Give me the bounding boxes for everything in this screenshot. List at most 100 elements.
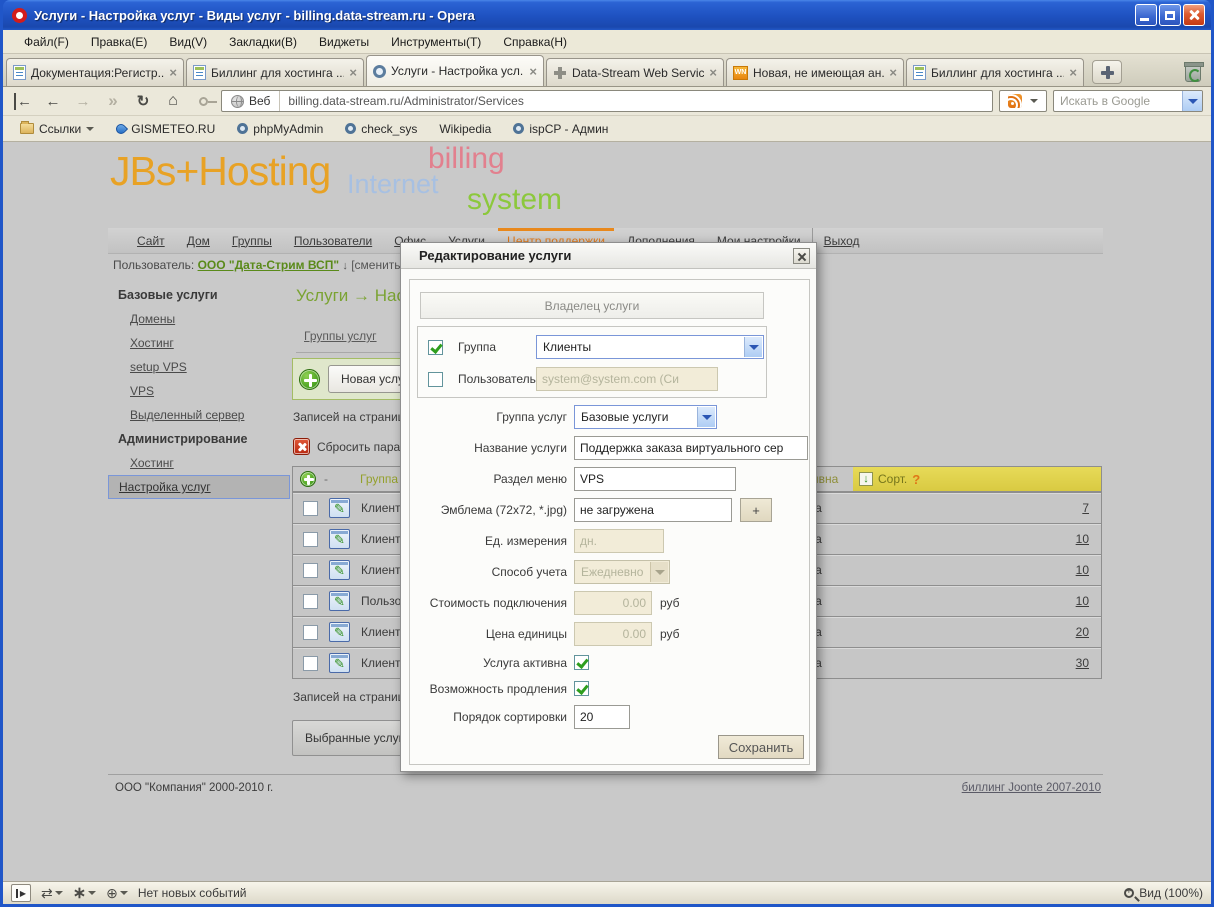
search-engine-dropdown[interactable] bbox=[1182, 91, 1202, 111]
sidebar-item-setup-vps[interactable]: setup VPS bbox=[108, 355, 290, 379]
sort-order-input[interactable] bbox=[574, 705, 630, 729]
edit-icon[interactable] bbox=[329, 498, 350, 518]
tab-datastream[interactable]: Data-Stream Web Servic... × bbox=[546, 58, 724, 86]
row-checkbox[interactable] bbox=[303, 625, 318, 640]
tab-close-icon[interactable]: × bbox=[349, 66, 357, 79]
bookmark-checksys[interactable]: check_sys bbox=[336, 120, 426, 138]
bookmark-links-folder[interactable]: Ссылки bbox=[11, 120, 103, 138]
nav-logout[interactable]: Выход bbox=[812, 228, 871, 254]
search-input[interactable] bbox=[1054, 94, 1182, 108]
emblem-add-button[interactable]: + bbox=[740, 498, 772, 522]
site-mode-chip[interactable]: Веб bbox=[222, 91, 280, 111]
service-group-select[interactable]: Базовые услуги bbox=[574, 405, 717, 429]
minimize-button[interactable] bbox=[1135, 4, 1157, 26]
menu-view[interactable]: Вид(V) bbox=[158, 32, 218, 52]
sidebar-item-vps[interactable]: VPS bbox=[108, 379, 290, 403]
bookmark-phpmyadmin[interactable]: phpMyAdmin bbox=[228, 120, 332, 138]
closed-tabs-trash-button[interactable] bbox=[1185, 64, 1201, 82]
column-header-sort[interactable]: Сорт. ? bbox=[853, 467, 1101, 491]
tab-billing-1[interactable]: Биллинг для хостинга ... × bbox=[186, 58, 364, 86]
sidebar-item-hosting-admin[interactable]: Хостинг bbox=[108, 451, 290, 475]
zoom-control[interactable]: Вид (100%) bbox=[1124, 886, 1203, 900]
collapse-icon[interactable]: - bbox=[324, 472, 328, 486]
save-button[interactable]: Сохранить bbox=[718, 735, 804, 759]
row-sort-link[interactable]: 10 bbox=[1076, 532, 1089, 546]
nav-site[interactable]: Сайт bbox=[126, 228, 176, 254]
menu-bookmarks[interactable]: Закладки(B) bbox=[218, 32, 308, 52]
row-checkbox[interactable] bbox=[303, 501, 318, 516]
menu-file[interactable]: Файл(F) bbox=[13, 32, 80, 52]
sidebar-item-service-settings[interactable]: Настройка услуг bbox=[108, 475, 290, 499]
row-checkbox[interactable] bbox=[303, 563, 318, 578]
owner-user-checkbox[interactable] bbox=[428, 372, 443, 387]
service-active-checkbox[interactable] bbox=[574, 655, 589, 670]
tab-close-icon[interactable]: × bbox=[529, 65, 537, 78]
tab-close-icon[interactable]: × bbox=[169, 66, 177, 79]
back-to-start-button[interactable] bbox=[11, 90, 35, 112]
close-button[interactable] bbox=[1183, 4, 1205, 26]
owner-group-checkbox[interactable] bbox=[428, 340, 443, 355]
row-sort-link[interactable]: 7 bbox=[1082, 501, 1089, 515]
menu-section-input[interactable] bbox=[574, 467, 736, 491]
bookmark-gismeteo[interactable]: GISMETEO.RU bbox=[107, 120, 224, 138]
bookmark-wikipedia[interactable]: Wikipedia bbox=[430, 120, 500, 138]
row-checkbox[interactable] bbox=[303, 532, 318, 547]
sync-button[interactable] bbox=[41, 885, 63, 902]
dialog-close-button[interactable] bbox=[793, 248, 810, 264]
tab-close-icon[interactable]: × bbox=[1069, 66, 1077, 79]
setup-cost-input[interactable] bbox=[574, 591, 652, 615]
tab-close-icon[interactable]: × bbox=[889, 66, 897, 79]
sidebar-item-domains[interactable]: Домены bbox=[108, 307, 290, 331]
row-sort-link[interactable]: 30 bbox=[1076, 656, 1089, 670]
footer-billing-link[interactable]: биллинг Joonte 2007-2010 bbox=[962, 782, 1101, 794]
help-icon[interactable]: ? bbox=[912, 472, 920, 487]
tab-billing-2[interactable]: Биллинг для хостинга ... × bbox=[906, 58, 1084, 86]
renewal-checkbox[interactable] bbox=[574, 681, 589, 696]
service-name-input[interactable] bbox=[574, 436, 808, 460]
feeds-button[interactable] bbox=[999, 90, 1047, 112]
maximize-button[interactable] bbox=[1159, 4, 1181, 26]
row-sort-link[interactable]: 20 bbox=[1076, 625, 1089, 639]
column-header-group[interactable]: Группа bbox=[336, 472, 398, 486]
forward-button[interactable] bbox=[71, 90, 95, 112]
back-button[interactable] bbox=[41, 90, 65, 112]
search-box[interactable] bbox=[1053, 90, 1203, 112]
row-checkbox[interactable] bbox=[303, 594, 318, 609]
sidebar-item-hosting[interactable]: Хостинг bbox=[108, 331, 290, 355]
tab-new-article[interactable]: WN Новая, не имеющая ан... × bbox=[726, 58, 904, 86]
nav-users[interactable]: Пользователи bbox=[283, 228, 383, 254]
menu-edit[interactable]: Правка(E) bbox=[80, 32, 159, 52]
nav-home[interactable]: Дом bbox=[176, 228, 221, 254]
password-manager-button[interactable] bbox=[191, 90, 215, 112]
edit-icon[interactable] bbox=[329, 622, 350, 642]
new-tab-button[interactable] bbox=[1092, 60, 1122, 84]
unite-button[interactable] bbox=[73, 883, 96, 903]
edit-icon[interactable] bbox=[329, 591, 350, 611]
bookmark-ispcp[interactable]: ispCP - Админ bbox=[504, 120, 617, 138]
edit-icon[interactable] bbox=[329, 560, 350, 580]
reload-button[interactable] bbox=[131, 90, 155, 112]
row-sort-link[interactable]: 10 bbox=[1076, 563, 1089, 577]
menu-widgets[interactable]: Виджеты bbox=[308, 32, 380, 52]
panels-toggle-button[interactable] bbox=[11, 884, 31, 902]
add-row-icon[interactable] bbox=[300, 471, 316, 487]
emblem-input[interactable] bbox=[574, 498, 732, 522]
change-user-link[interactable]: [сменить] bbox=[351, 258, 404, 272]
owner-group-select[interactable]: Клиенты bbox=[536, 335, 764, 359]
fast-forward-button[interactable] bbox=[101, 90, 125, 112]
row-sort-link[interactable]: 10 bbox=[1076, 594, 1089, 608]
tab-services-active[interactable]: Услуги - Настройка усл... × bbox=[366, 55, 544, 86]
unit-price-input[interactable] bbox=[574, 622, 652, 646]
user-company-link[interactable]: ООО "Дата-Стрим ВСП" bbox=[198, 258, 339, 272]
tab-documentation[interactable]: Документация:Регистр... × bbox=[6, 58, 184, 86]
edit-icon[interactable] bbox=[329, 653, 350, 673]
menu-tools[interactable]: Инструменты(T) bbox=[380, 32, 492, 52]
menu-help[interactable]: Справка(H) bbox=[492, 32, 578, 52]
sidebar-item-dedicated[interactable]: Выделенный сервер bbox=[108, 403, 290, 427]
owner-user-input[interactable] bbox=[536, 367, 718, 391]
tab-close-icon[interactable]: × bbox=[709, 66, 717, 79]
edit-icon[interactable] bbox=[329, 529, 350, 549]
url-text[interactable]: billing.data-stream.ru/Administrator/Ser… bbox=[280, 94, 523, 108]
service-groups-link[interactable]: Группы услуг bbox=[304, 329, 377, 343]
events-button[interactable] bbox=[106, 885, 128, 902]
